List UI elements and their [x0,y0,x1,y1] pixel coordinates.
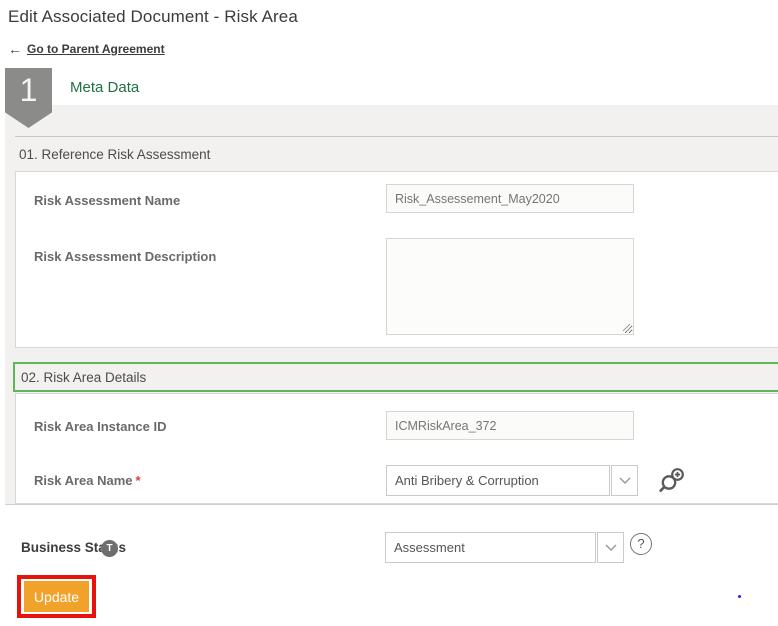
risk-area-name-selected-value: Anti Bribery & Corruption [386,465,610,496]
risk-assessment-description-label: Risk Assessment Description [34,249,216,264]
risk-area-instance-id-input[interactable] [386,411,634,440]
back-link-label: Go to Parent Agreement [27,42,165,56]
risk-assessment-description-textarea[interactable] [386,238,634,335]
risk-area-instance-id-label: Risk Area Instance ID [34,419,166,434]
step-label-meta-data: Meta Data [70,79,139,96]
reference-risk-assessment-panel: Risk Assessment Name Risk Assessment Des… [15,171,778,348]
go-to-parent-agreement-link[interactable]: ← Go to Parent Agreement [8,41,165,57]
t-badge-icon: T [101,540,118,557]
business-status-select[interactable]: Assessment [385,532,624,563]
step-number: 1 [5,68,52,112]
chevron-down-icon[interactable] [597,532,624,563]
artifact-dot [738,595,741,598]
business-status-selected-value: Assessment [385,532,596,563]
arrow-left-icon: ← [8,41,22,57]
required-asterisk: * [136,473,141,488]
page-title: Edit Associated Document - Risk Area [8,7,298,27]
section-header-risk-area-details: 02. Risk Area Details [13,362,778,392]
risk-area-name-label: Risk Area Name* [34,473,141,488]
update-button[interactable]: Update [24,581,89,612]
risk-assessment-name-label: Risk Assessment Name [34,193,180,208]
chevron-down-icon[interactable] [611,465,638,496]
risk-area-name-select[interactable]: Anti Bribery & Corruption [386,465,638,496]
risk-assessment-name-input[interactable] [386,184,634,213]
risk-area-details-panel: Risk Area Instance ID Risk Area Name* An… [15,393,778,504]
search-plus-icon[interactable] [658,467,685,494]
help-circle-icon[interactable]: ? [630,533,652,555]
meta-data-container: 01. Reference Risk Assessment Risk Asses… [5,105,778,505]
section-header-reference-risk-assessment: 01. Reference Risk Assessment [15,136,778,171]
